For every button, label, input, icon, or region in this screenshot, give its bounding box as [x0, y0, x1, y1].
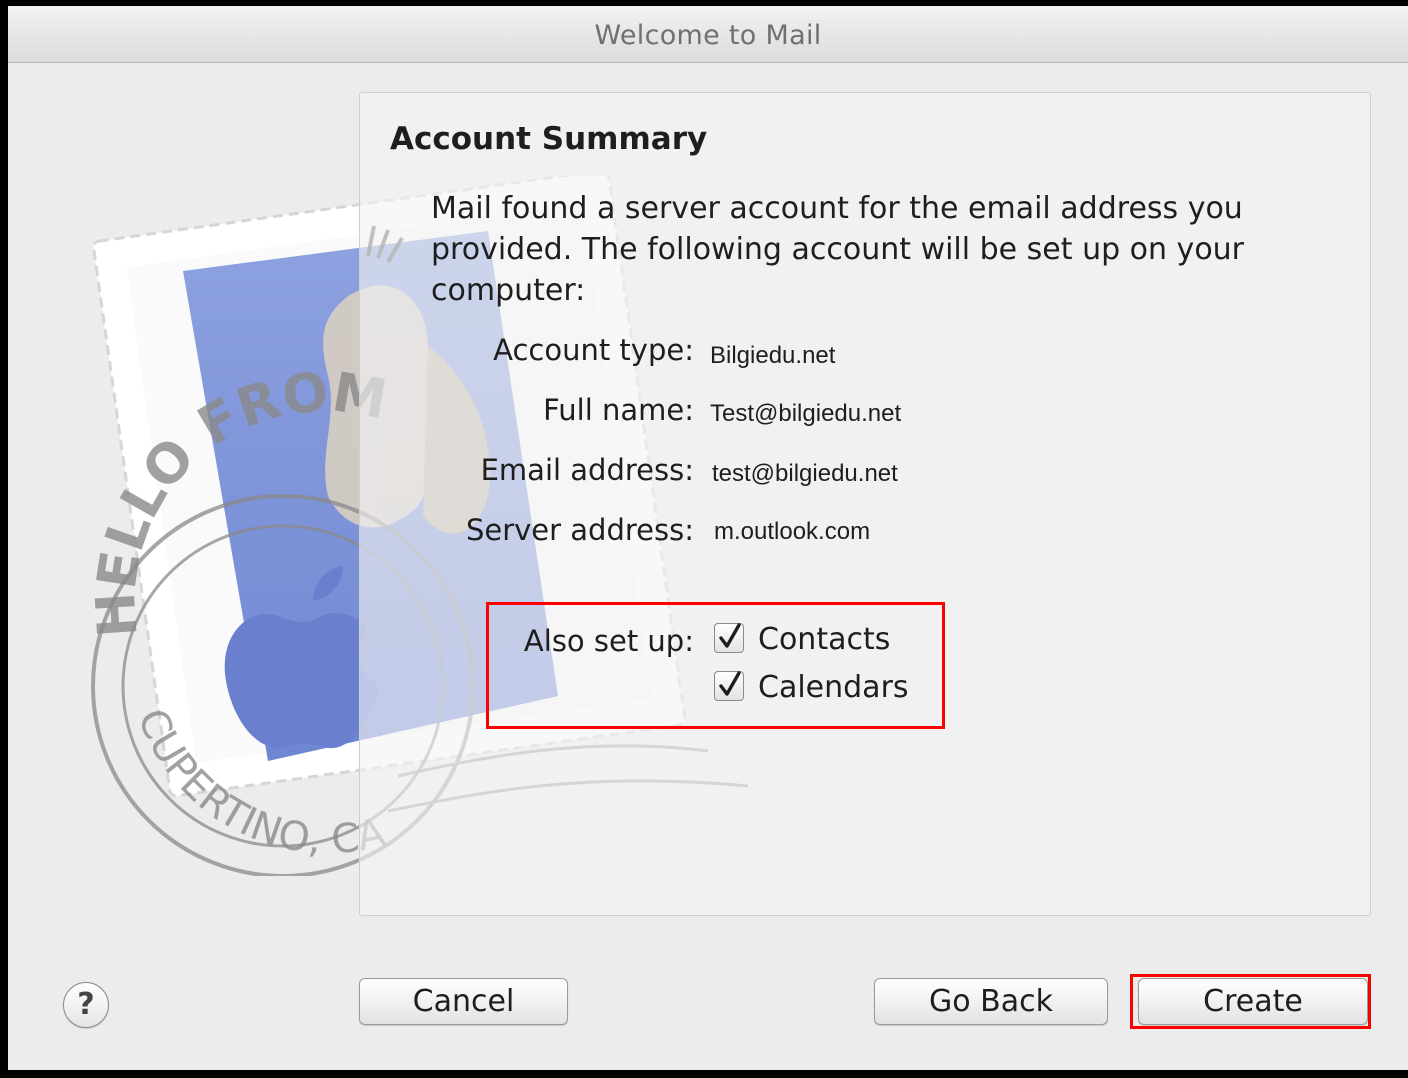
- mail-setup-window: Welcome to Mail HELLO FRO CUPERTINO, C A…: [8, 6, 1408, 1070]
- go-back-button[interactable]: Go Back: [874, 978, 1108, 1025]
- intro-line: computer:: [431, 273, 586, 308]
- email-address-value: test@bilgiedu.net: [712, 460, 898, 487]
- account-type-value: Bilgiedu.net: [710, 342, 836, 369]
- email-address-label: Email address:: [480, 453, 694, 487]
- also-set-up-highlight: [486, 602, 945, 729]
- create-button-highlight: [1130, 974, 1371, 1029]
- full-name-value: Test@bilgiedu.net: [710, 400, 902, 427]
- window-title: Welcome to Mail: [594, 20, 822, 51]
- title-bar[interactable]: Welcome to Mail: [8, 6, 1408, 63]
- account-summary-heading: Account Summary: [390, 121, 708, 157]
- cancel-button[interactable]: Cancel: [359, 978, 568, 1025]
- intro-line: provided. The following account will be …: [431, 232, 1245, 267]
- server-address-label: Server address:: [465, 513, 694, 547]
- help-button[interactable]: ?: [63, 982, 109, 1028]
- server-address-value: m.outlook.com: [714, 518, 871, 545]
- account-type-label: Account type:: [493, 333, 694, 367]
- full-name-label: Full name:: [543, 393, 694, 427]
- intro-text: Mail found a server account for the emai…: [431, 188, 1331, 311]
- intro-line: Mail found a server account for the emai…: [431, 191, 1243, 226]
